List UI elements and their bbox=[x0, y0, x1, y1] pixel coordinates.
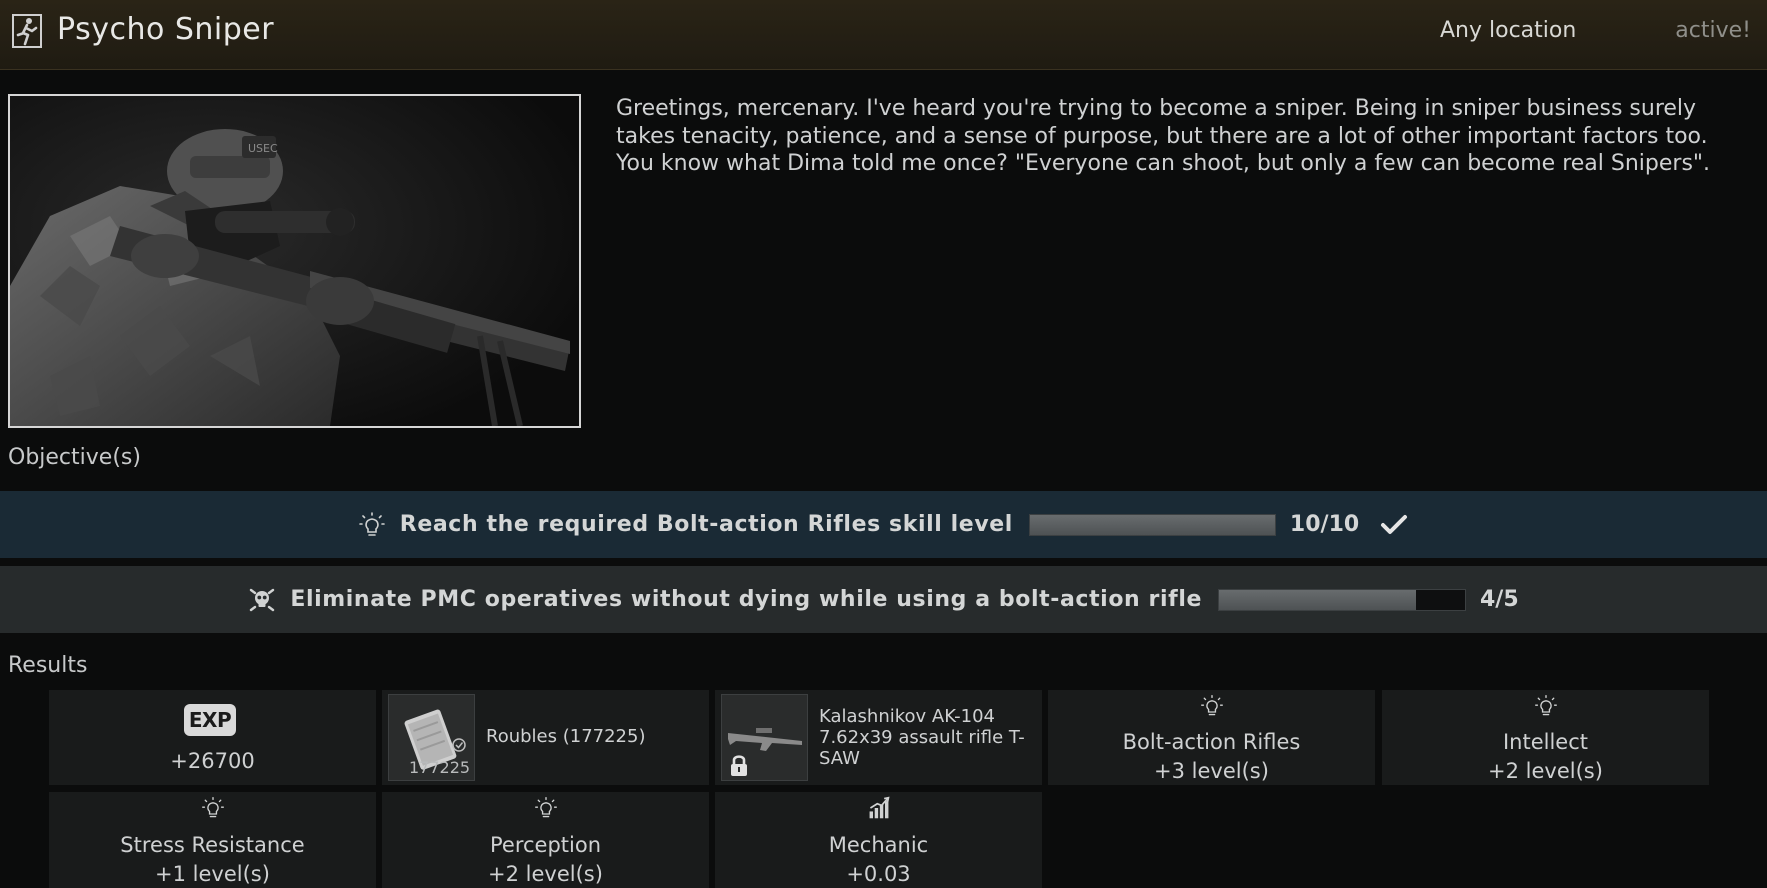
skill-name: Perception bbox=[489, 833, 602, 857]
quest-page: Psycho Sniper Any location active! USEC … bbox=[0, 0, 1767, 888]
skill-name: Mechanic bbox=[828, 833, 929, 857]
skull-crossbones-icon bbox=[250, 588, 275, 611]
arm-strength-icon bbox=[869, 796, 890, 819]
quest-location: Any location bbox=[1440, 18, 1577, 43]
lightbulb-icon bbox=[1534, 695, 1557, 716]
quest-description: Greetings, mercenary. I've heard you're … bbox=[616, 96, 1711, 176]
skill-name: Bolt-action Rifles bbox=[1122, 730, 1301, 754]
checkmark-icon bbox=[1381, 514, 1408, 534]
reward-exp-value: +26700 bbox=[170, 749, 255, 773]
progress-fill bbox=[1029, 514, 1275, 535]
skill-value: +1 level(s) bbox=[155, 862, 270, 886]
objectives-title: Objective(s) bbox=[8, 445, 141, 470]
reward-skill-mechanic: Mechanic +0.03 bbox=[715, 792, 1042, 888]
roubles-count: 177225 bbox=[409, 758, 471, 777]
reward-skill-perception: Perception +2 level(s) bbox=[382, 792, 709, 888]
skill-name: Stress Resistance bbox=[120, 833, 305, 857]
skill-value: +2 level(s) bbox=[1488, 759, 1603, 783]
progress-fill bbox=[1218, 589, 1416, 610]
quest-title: Psycho Sniper bbox=[57, 12, 275, 47]
lock-icon bbox=[731, 755, 747, 776]
objective-skill-level[interactable]: Reach the required Bolt-action Rifles sk… bbox=[0, 491, 1767, 558]
roubles-thumbnail[interactable]: 177225 bbox=[388, 694, 475, 781]
results-title: Results bbox=[8, 653, 88, 678]
skill-value: +0.03 bbox=[846, 862, 911, 886]
weapon-thumbnail[interactable] bbox=[721, 694, 808, 781]
reward-skill-stress-resistance: Stress Resistance +1 level(s) bbox=[49, 792, 376, 888]
lightbulb-icon bbox=[358, 511, 385, 536]
exp-badge-icon: EXP bbox=[184, 704, 236, 736]
reward-skill-intellect: Intellect +2 level(s) bbox=[1382, 690, 1709, 785]
lightbulb-icon bbox=[534, 797, 557, 818]
objective-text: Eliminate PMC operatives without dying w… bbox=[290, 587, 1202, 612]
quest-image: USEC bbox=[8, 94, 581, 428]
objective-progress-bar bbox=[1028, 513, 1276, 536]
reward-exp: EXP +26700 bbox=[49, 690, 376, 785]
objective-text: Reach the required Bolt-action Rifles sk… bbox=[399, 512, 1013, 537]
quest-header: Psycho Sniper Any location active! bbox=[0, 0, 1767, 70]
skill-value: +2 level(s) bbox=[488, 862, 603, 886]
quest-status: active! bbox=[1675, 18, 1751, 43]
running-man-exit-icon bbox=[12, 14, 42, 48]
objective-eliminate-pmc[interactable]: Eliminate PMC operatives without dying w… bbox=[0, 566, 1767, 633]
reward-skill-bolt-action-rifles: Bolt-action Rifles +3 level(s) bbox=[1048, 690, 1375, 785]
objective-progress-bar bbox=[1217, 588, 1466, 611]
objective-progress-text: 4/5 bbox=[1479, 587, 1519, 612]
lightbulb-icon bbox=[201, 797, 224, 818]
weapon-label: Kalashnikov AK-104 7.62x39 assault rifle… bbox=[819, 706, 1025, 769]
reward-roubles[interactable]: 177225 Roubles (177225) bbox=[382, 690, 709, 785]
objective-progress-text: 10/10 bbox=[1289, 512, 1360, 537]
lightbulb-icon bbox=[1200, 695, 1223, 716]
reward-weapon[interactable]: Kalashnikov AK-104 7.62x39 assault rifle… bbox=[715, 690, 1042, 785]
skill-value: +3 level(s) bbox=[1154, 759, 1269, 783]
svg-text:USEC: USEC bbox=[248, 142, 278, 155]
roubles-label: Roubles (177225) bbox=[486, 726, 646, 747]
skill-name: Intellect bbox=[1502, 730, 1589, 754]
